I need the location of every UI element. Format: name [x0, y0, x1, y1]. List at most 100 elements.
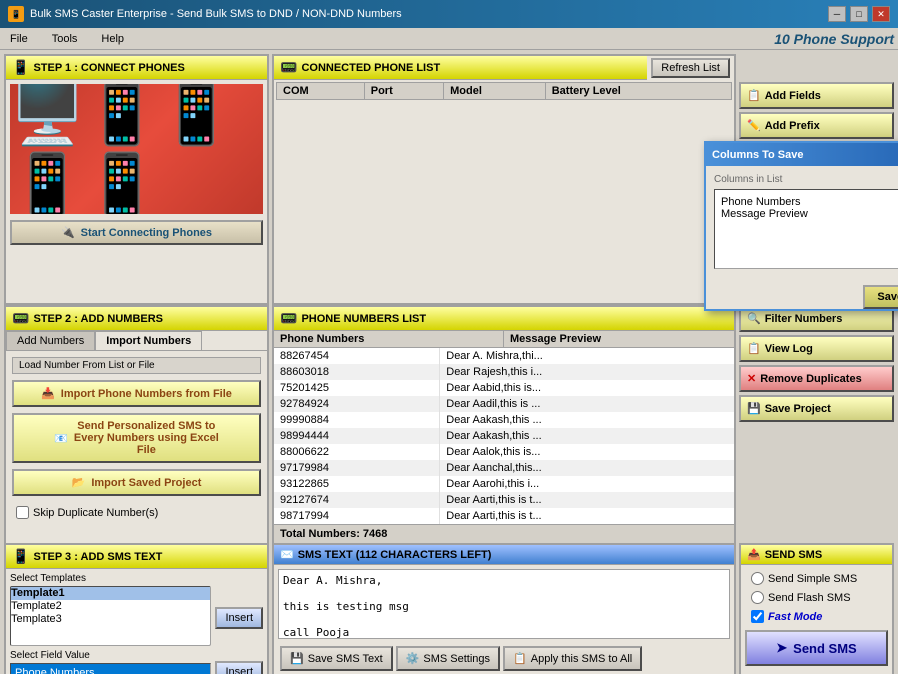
step2-title: STEP 2 : ADD NUMBERS — [33, 313, 163, 325]
col-port: Port — [364, 83, 443, 100]
view-log-button[interactable]: 📋 View Log — [739, 335, 894, 362]
maximize-button[interactable]: □ — [850, 6, 868, 22]
step1-image: 🖥️📱📱📱📱 — [10, 84, 263, 214]
skip-duplicate-checkbox[interactable] — [16, 506, 29, 519]
menu-file[interactable]: File — [4, 31, 34, 47]
table-row[interactable]: 75201425 Dear Aabid,this is... — [274, 380, 734, 396]
menu-bar: File Tools Help 10 Phone Support — [0, 28, 898, 50]
popup-header: Columns To Save ✕ — [706, 143, 898, 166]
add-fields-button[interactable]: 📋 Add Fields — [739, 82, 894, 109]
col-com: COM — [277, 83, 365, 100]
connect-phones-button[interactable]: 🔌 Start Connecting Phones — [10, 220, 263, 245]
send-personalized-button[interactable]: 📧 Send Personalized SMS toEvery Numbers … — [12, 413, 261, 463]
window-title: Bulk SMS Caster Enterprise - Send Bulk S… — [30, 8, 402, 20]
preview-cell: Dear Aanchal,this... — [440, 460, 734, 476]
col-message-preview: Message Preview — [504, 331, 734, 347]
view-log-icon: 📋 — [747, 342, 761, 355]
send-sms-header: 📤 SEND SMS — [741, 545, 892, 565]
import-phone-icon: 📥 — [41, 387, 55, 400]
minimize-button[interactable]: ─ — [828, 6, 846, 22]
field-value-select[interactable]: Phone Numbers — [10, 663, 211, 674]
sms-textarea[interactable] — [278, 569, 730, 639]
step1-title: STEP 1 : CONNECT PHONES — [33, 62, 184, 74]
table-row[interactable]: 88267454 Dear A. Mishra,thi... — [274, 348, 734, 364]
sms-text-header: ✉️ SMS TEXT (112 CHARACTERS LEFT) — [274, 545, 734, 565]
menu-help[interactable]: Help — [95, 31, 130, 47]
remove-duplicates-button[interactable]: ✕ Remove Duplicates — [739, 365, 894, 392]
refresh-button[interactable]: Refresh List — [651, 58, 730, 78]
skip-duplicate-row: Skip Duplicate Number(s) — [12, 502, 261, 523]
save-sms-text-button[interactable]: 💾 Save SMS Text — [280, 646, 393, 671]
import-saved-project-button[interactable]: 📂 Import Saved Project — [12, 469, 261, 496]
table-row[interactable]: 99990884 Dear Aakash,this ... — [274, 412, 734, 428]
import-phone-numbers-button[interactable]: 📥 Import Phone Numbers from File — [12, 380, 261, 407]
preview-cell: Dear Aarti,this is t... — [440, 508, 734, 524]
phone-cell: 88006622 — [274, 444, 440, 460]
send-sms-button[interactable]: ➤ Send SMS — [745, 630, 888, 666]
menu-tools[interactable]: Tools — [46, 31, 84, 47]
flash-sms-option[interactable]: Send Flash SMS — [745, 588, 888, 607]
sms-text-title: SMS TEXT (112 CHARACTERS LEFT) — [298, 549, 492, 561]
table-row[interactable]: 92127674 Dear Aarti,this is t... — [274, 492, 734, 508]
phone-numbers-table: 88267454 Dear A. Mishra,thi... 88603018 … — [274, 348, 734, 524]
tab-import-numbers[interactable]: Import Numbers — [95, 331, 202, 350]
insert-field-button[interactable]: Insert — [215, 661, 263, 674]
phone-cell: 92127674 — [274, 492, 440, 508]
phone-cell: 75201425 — [274, 380, 440, 396]
send-sms-title: SEND SMS — [765, 549, 822, 561]
sms-settings-button[interactable]: ⚙️ SMS Settings — [396, 646, 500, 671]
preview-cell: Dear Rajesh,this i... — [440, 364, 734, 380]
tab-bar: Add Numbers Import Numbers — [6, 331, 267, 351]
phone-cell: 88603018 — [274, 364, 440, 380]
table-row[interactable]: 92784924 Dear Aadil,this is ... — [274, 396, 734, 412]
table-row[interactable]: 88006622 Dear Aalok,this is... — [274, 444, 734, 460]
table-row[interactable]: 93122865 Dear Aarohi,this i... — [274, 476, 734, 492]
simple-sms-option[interactable]: Send Simple SMS — [745, 569, 888, 588]
step2-panel: 📟 STEP 2 : ADD NUMBERS Add Numbers Impor… — [4, 305, 269, 545]
templates-select[interactable]: Template1 Template2 Template3 — [10, 586, 211, 646]
connected-phones-panel: 📟 CONNECTED PHONE LIST Refresh List COM … — [272, 54, 736, 305]
col-model: Model — [444, 83, 546, 100]
preview-cell: Dear Aakash,this ... — [440, 412, 734, 428]
fast-mode-option[interactable]: Fast Mode — [745, 607, 888, 626]
table-row[interactable]: 97179984 Dear Aanchal,this... — [274, 460, 734, 476]
title-bar: 📱 Bulk SMS Caster Enterprise - Send Bulk… — [0, 0, 898, 28]
save-data-button[interactable]: Save Data — [863, 285, 898, 309]
flash-sms-radio[interactable] — [751, 591, 764, 604]
add-prefix-icon: ✏️ — [747, 119, 761, 132]
simple-sms-radio[interactable] — [751, 572, 764, 585]
connected-title: CONNECTED PHONE LIST — [301, 62, 440, 74]
add-fields-icon: 📋 — [747, 89, 761, 102]
connected-header: 📟 CONNECTED PHONE LIST — [274, 56, 647, 80]
save-project-icon: 💾 — [747, 402, 761, 415]
send-sms-icon: ➤ — [776, 640, 787, 656]
table-row[interactable]: 88603018 Dear Rajesh,this i... — [274, 364, 734, 380]
close-button[interactable]: ✕ — [872, 6, 890, 22]
phone-cell: 88267454 — [274, 348, 440, 364]
table-row[interactable]: 98994444 Dear Aakash,this ... — [274, 428, 734, 444]
phone-cell: 92784924 — [274, 396, 440, 412]
preview-cell: Dear Aalok,this is... — [440, 444, 734, 460]
table-row[interactable]: 98717994 Dear Aarti,this is t... — [274, 508, 734, 524]
fast-mode-label: Fast Mode — [768, 611, 822, 623]
send-personalized-icon: 📧 — [54, 432, 68, 445]
insert-template-button[interactable]: Insert — [215, 607, 263, 629]
save-icon: 💾 — [290, 652, 304, 665]
phone-cell: 93122865 — [274, 476, 440, 492]
preview-cell: Dear Aakash,this ... — [440, 428, 734, 444]
right-panel-bottom: 🔍 Filter Numbers 📋 View Log ✕ Remove Dup… — [739, 305, 894, 545]
fast-mode-checkbox[interactable] — [751, 610, 764, 623]
phone-cell: 97179984 — [274, 460, 440, 476]
tab-add-numbers[interactable]: Add Numbers — [6, 331, 95, 350]
settings-icon: ⚙️ — [406, 652, 420, 665]
phone-cell: 98994444 — [274, 428, 440, 444]
col-phone-numbers: Phone Numbers — [274, 331, 504, 347]
preview-cell: Dear Aarti,this is t... — [440, 492, 734, 508]
add-prefix-button[interactable]: ✏️ Add Prefix — [739, 112, 894, 139]
connect-icon: 🔌 — [61, 226, 75, 239]
phone-numbers-header: 📟 PHONE NUMBERS LIST — [274, 307, 734, 331]
column-item-phone: Phone Numbers — [721, 196, 898, 208]
save-project-button[interactable]: 💾 Save Project — [739, 395, 894, 422]
phone-numbers-scroll[interactable]: 88267454 Dear A. Mishra,thi... 88603018 … — [274, 348, 734, 524]
apply-sms-all-button[interactable]: 📋 Apply this SMS to All — [503, 646, 642, 671]
